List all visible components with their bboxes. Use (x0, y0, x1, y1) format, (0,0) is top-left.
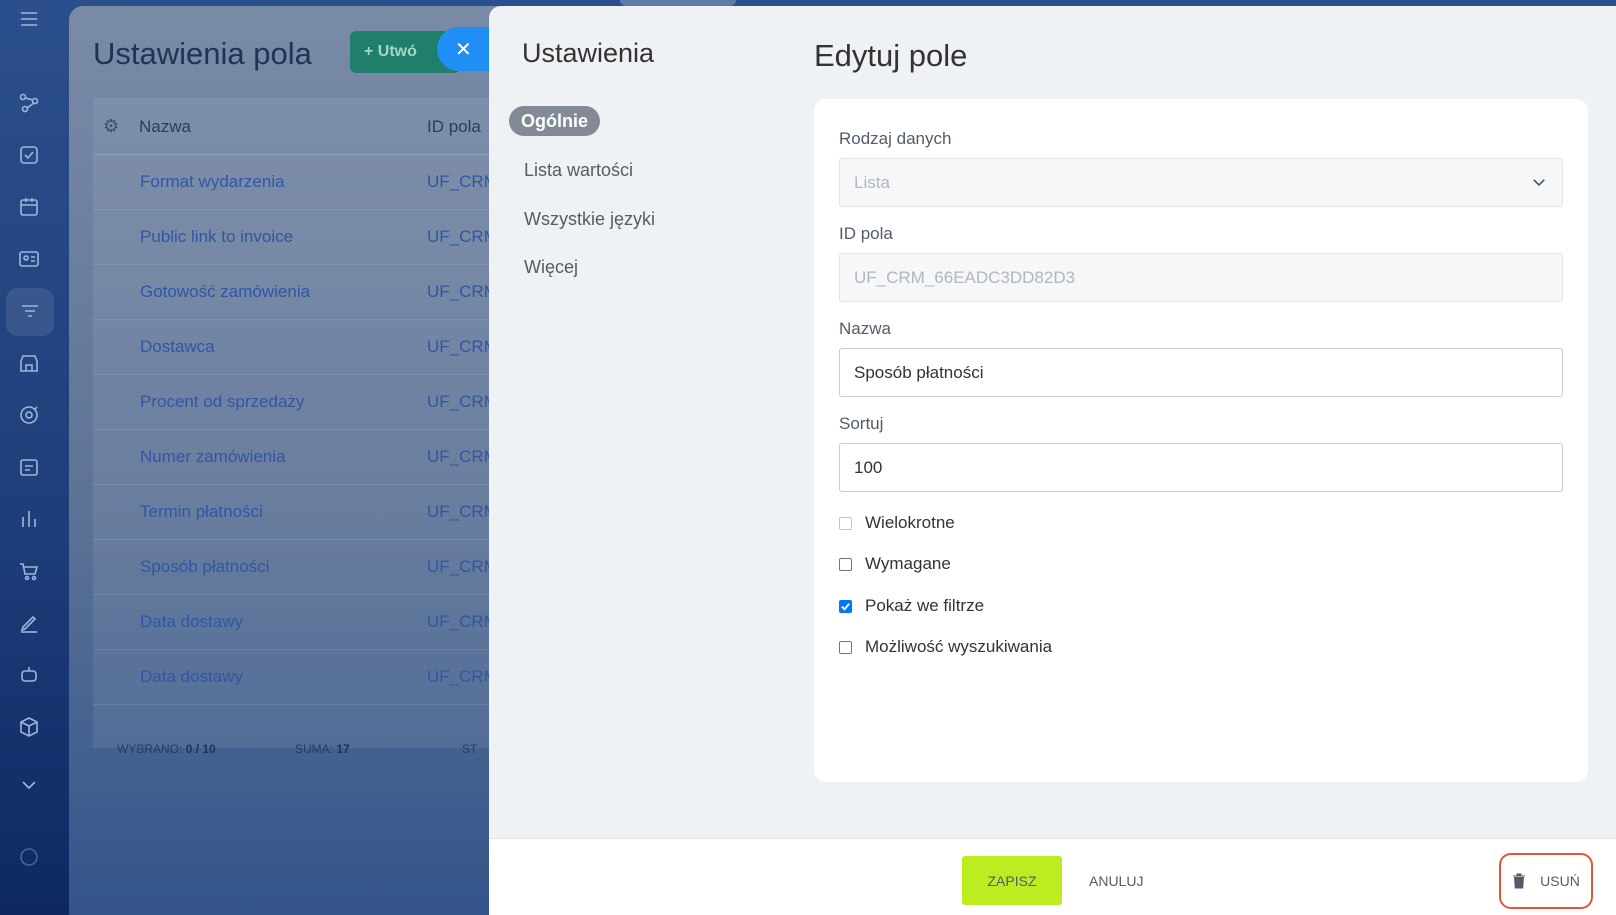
field-id-value: UF_CRM_66EADC3DD82D3 (854, 267, 1076, 287)
menu-icon[interactable] (14, 4, 44, 34)
field-id-input[interactable]: UF_CRM_66EADC3DD82D3 (839, 253, 1563, 302)
settings-title: Ustawienia (522, 38, 655, 68)
nav-general[interactable]: Ogólnie (509, 106, 600, 136)
cart-icon[interactable] (14, 556, 44, 586)
checkbox-multiple-box[interactable] (839, 516, 852, 530)
contacts-icon[interactable] (14, 244, 44, 274)
sort-input[interactable]: 100 (839, 443, 1563, 492)
row-name[interactable]: Gotowość zamówienia (140, 282, 310, 302)
data-type-value: Lista (854, 172, 890, 192)
trash-icon (1513, 873, 1526, 889)
name-value: Sposób płatności (854, 362, 984, 382)
analytics-icon[interactable] (14, 504, 44, 534)
column-id[interactable]: ID pola (427, 117, 481, 137)
edit-field-title: Edytuj pole (814, 38, 968, 73)
close-icon: ✕ (455, 38, 472, 61)
nav-value-list[interactable]: Lista wartości (524, 160, 633, 181)
checkbox-multiple[interactable]: Wielokrotne (839, 513, 955, 533)
save-button[interactable]: ZAPISZ (962, 856, 1062, 905)
checkbox-searchable-box[interactable] (839, 640, 852, 654)
general-settings-card: Rodzaj danych Lista ID pola UF_CRM_66EAD… (814, 99, 1588, 782)
crm-filter-icon[interactable] (6, 288, 54, 336)
sort-label: Sortuj (839, 414, 884, 433)
nav-all-languages[interactable]: Wszystkie języki (524, 209, 655, 230)
data-type-label: Rodzaj danych (839, 129, 952, 148)
store-icon[interactable] (14, 348, 44, 378)
field-id-label: ID pola (839, 224, 893, 243)
cancel-button[interactable]: ANULUJ (1077, 856, 1155, 905)
checkbox-show-in-filter-label: Pokaż we filtrze (865, 596, 985, 615)
gear-icon[interactable]: ⚙ (103, 116, 119, 137)
data-type-select[interactable]: Lista (839, 158, 1563, 207)
selected-label: WYBRANO: (117, 742, 183, 756)
edit-field-panel: Ustawienia Ogólnie Lista wartości Wszyst… (489, 6, 1616, 915)
sort-value: 100 (854, 457, 883, 477)
checkbox-searchable-label: Możliwość wyszukiwania (865, 637, 1053, 656)
check-icon (841, 602, 850, 611)
box-icon[interactable] (14, 712, 44, 742)
sum-label: SUMA: (295, 742, 334, 756)
checkbox-show-in-filter-box[interactable] (839, 599, 852, 613)
tasks-icon[interactable] (14, 140, 44, 170)
schedule-icon[interactable] (14, 452, 44, 482)
help-icon[interactable] (14, 842, 44, 872)
selected-value: 0 / 10 (185, 742, 216, 756)
page-title: Ustawienia pola (93, 36, 312, 71)
row-name[interactable]: Procent od sprzedaży (140, 392, 304, 412)
delete-label: USUŃ (1540, 873, 1580, 889)
sign-icon[interactable] (14, 608, 44, 638)
sum-value: 17 (336, 742, 350, 756)
chevron-down-icon[interactable] (14, 770, 44, 800)
name-label: Nazwa (839, 319, 891, 338)
row-name[interactable]: Public link to invoice (140, 227, 293, 247)
calendar-icon[interactable] (14, 192, 44, 222)
row-name[interactable]: Termin płatności (140, 502, 263, 522)
left-sidebar (0, 0, 68, 915)
checkbox-searchable[interactable]: Możliwość wyszukiwania (839, 637, 1052, 657)
row-name[interactable]: Dostawca (140, 337, 215, 357)
row-name[interactable]: Data dostawy (140, 667, 243, 687)
checkbox-required-label: Wymagane (865, 554, 951, 573)
nav-more[interactable]: Więcej (524, 257, 578, 278)
target-icon[interactable] (14, 400, 44, 430)
bottom-action-bar: ZAPISZ ANULUJ USUŃ (489, 838, 1616, 915)
checkbox-multiple-label: Wielokrotne (865, 513, 955, 532)
chevron-down-icon (1533, 179, 1545, 187)
checkbox-required[interactable]: Wymagane (839, 554, 951, 574)
row-name[interactable]: Numer zamówienia (140, 447, 286, 467)
checkbox-required-box[interactable] (839, 557, 852, 571)
row-name[interactable]: Data dostawy (140, 612, 243, 632)
checkbox-show-in-filter[interactable]: Pokaż we filtrze (839, 596, 984, 616)
row-name[interactable]: Format wydarzenia (140, 172, 285, 192)
name-input[interactable]: Sposób płatności (839, 348, 1563, 397)
connections-icon[interactable] (14, 88, 44, 118)
st-label: ST (462, 742, 478, 756)
column-name[interactable]: Nazwa (139, 117, 191, 137)
row-name[interactable]: Sposób płatności (140, 557, 269, 577)
delete-button[interactable]: USUŃ (1499, 853, 1593, 909)
robot-icon[interactable] (14, 660, 44, 690)
grid-footer: WYBRANO: 0 / 10 SUMA: 17 ST (117, 742, 477, 756)
